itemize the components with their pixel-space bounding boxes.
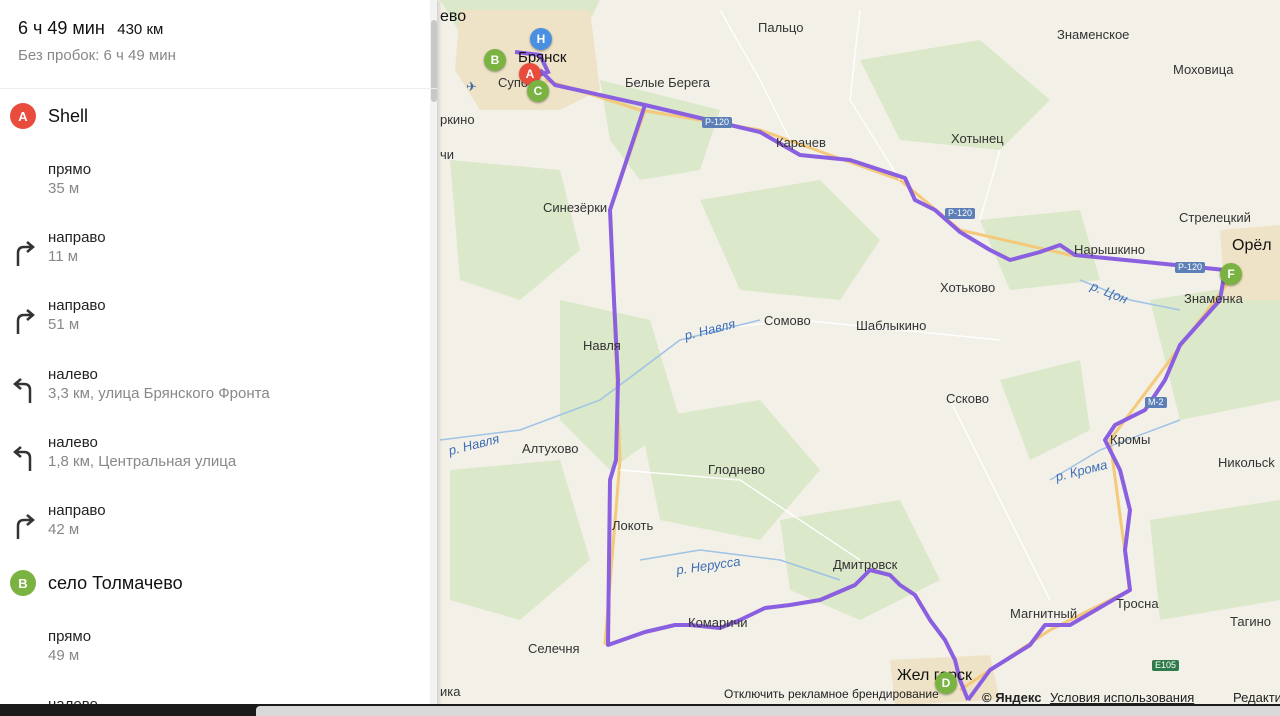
place-tagino: Тагино xyxy=(1230,614,1271,629)
edit-map-link[interactable]: Редакти xyxy=(1233,690,1280,705)
place-kromy: Кромы xyxy=(1110,432,1151,447)
road-shield: Р-120 xyxy=(945,208,976,219)
place-somovo: Сомово xyxy=(764,313,811,328)
scroll-track[interactable] xyxy=(430,0,437,716)
step-detail: 35 м xyxy=(48,180,80,197)
step-detail: 3,3 км, улица Брянского Фронта xyxy=(48,385,270,402)
place-trosna: Тросна xyxy=(1116,596,1159,611)
road-shield: Р-120 xyxy=(1175,262,1206,273)
road-shield: E105 xyxy=(1152,660,1180,671)
route-step[interactable]: налево 1,8 км, Центральная улица xyxy=(0,434,420,484)
place-streleckiy: Стрелецкий xyxy=(1179,210,1251,225)
route-distance: 430 км xyxy=(117,21,164,38)
step-title: направо xyxy=(48,229,106,246)
route-duration: 6 ч 49 мин xyxy=(18,18,105,38)
route-summary: 6 ч 49 мин 430 км Без пробок: 6 ч 49 мин xyxy=(0,18,437,89)
route-step[interactable]: налево 3,3 км, улица Брянского Фронта xyxy=(0,366,420,416)
place-hotynec: Хотынец xyxy=(951,131,1004,146)
waypoint-badge: A xyxy=(10,103,36,129)
airport-icon: ✈ xyxy=(466,79,477,94)
road-shield: М-2 xyxy=(1145,397,1167,408)
turn-right-icon xyxy=(16,241,35,266)
place-komarichi: Комаричи xyxy=(688,615,748,630)
place-naryshkino: Нарышкино xyxy=(1074,242,1145,257)
turn-left-icon xyxy=(13,378,32,403)
route-step[interactable]: прямо 35 м xyxy=(0,161,420,211)
place-shablykino: Шаблыкино xyxy=(856,318,927,333)
route-step[interactable]: направо 11 м xyxy=(0,229,420,279)
route-step[interactable]: направо 51 м xyxy=(0,297,420,347)
place-belye-berega: Белые Берега xyxy=(625,75,711,90)
place-chi: чи xyxy=(440,147,455,162)
place-navlya: Навля xyxy=(583,338,621,353)
disable-ads-link[interactable]: Отключить рекламное брендирование xyxy=(724,687,939,701)
waypoint-a[interactable]: A Shell xyxy=(10,102,88,130)
step-detail: 42 м xyxy=(48,521,80,538)
map-marker-b[interactable]: B xyxy=(484,49,506,71)
step-detail: 51 м xyxy=(48,316,80,333)
place-dmitrovsk: Дмитровск xyxy=(833,557,898,572)
waypoint-label: село Толмачево xyxy=(48,572,183,593)
route-no-traffic: Без пробок: 6 ч 49 мин xyxy=(18,47,176,64)
waypoint-badge: B xyxy=(10,570,36,596)
terms-link[interactable]: Условия использования xyxy=(1050,690,1194,705)
place-mohovica: Моховица xyxy=(1173,62,1234,77)
step-detail: 1,8 км, Центральная улица xyxy=(48,453,237,470)
step-title: прямо xyxy=(48,161,92,178)
place-nikolskoe: Никольсk xyxy=(1218,455,1275,470)
place-karachev: Карачев xyxy=(776,135,826,150)
place-orel: Орёл xyxy=(1232,237,1272,254)
step-detail: 11 м xyxy=(48,248,79,265)
map-marker-c[interactable]: C xyxy=(527,80,549,102)
waypoint-b[interactable]: B село Толмачево xyxy=(10,569,183,597)
place-rkino: ркино xyxy=(440,112,475,127)
step-title: налево xyxy=(48,366,98,383)
route-step[interactable]: прямо 49 м xyxy=(0,628,420,678)
place-glodnevo: Глоднево xyxy=(708,462,765,477)
terms-link-text[interactable]: Условия использования xyxy=(1050,690,1194,705)
map-marker-f[interactable]: F xyxy=(1220,263,1242,285)
route-step[interactable]: направо 42 м xyxy=(0,502,420,552)
step-detail: 49 м xyxy=(48,647,80,664)
turn-right-icon xyxy=(16,309,35,334)
waypoint-label: Shell xyxy=(48,105,89,126)
yandex-copyright: © Яндекс xyxy=(982,690,1042,705)
step-title: прямо xyxy=(48,628,92,645)
place-magnitny: Магнитный xyxy=(1010,606,1078,621)
step-title: налево xyxy=(48,434,98,451)
place-lokot: Локоть xyxy=(612,518,654,533)
road-shield: Р-120 xyxy=(702,117,733,128)
step-title: направо xyxy=(48,297,106,314)
place-evo: ево xyxy=(440,8,467,25)
route-panel: 6 ч 49 мин 430 км Без пробок: 6 ч 49 мин… xyxy=(0,0,437,716)
place-altuhovo: Алтухово xyxy=(522,441,579,456)
place-znamenka: Знаменка xyxy=(1184,291,1243,306)
place-palco: Пальцо xyxy=(758,20,804,35)
bottom-bar xyxy=(0,704,1280,716)
place-sinezerki: Синезёрки xyxy=(543,200,608,215)
place-znamenskoe: Знаменское xyxy=(1057,27,1130,42)
place-ika: ика xyxy=(440,684,461,699)
bottom-pill xyxy=(256,706,1280,716)
place-sskovo: Ссково xyxy=(946,391,989,406)
step-title: направо xyxy=(48,502,106,519)
turn-right-icon xyxy=(16,514,35,539)
map-marker-h[interactable]: H xyxy=(530,28,552,50)
turn-left-icon xyxy=(13,446,32,471)
place-selechnya: Селечня xyxy=(528,641,580,656)
place-hotkovo: Хотьково xyxy=(940,280,996,295)
